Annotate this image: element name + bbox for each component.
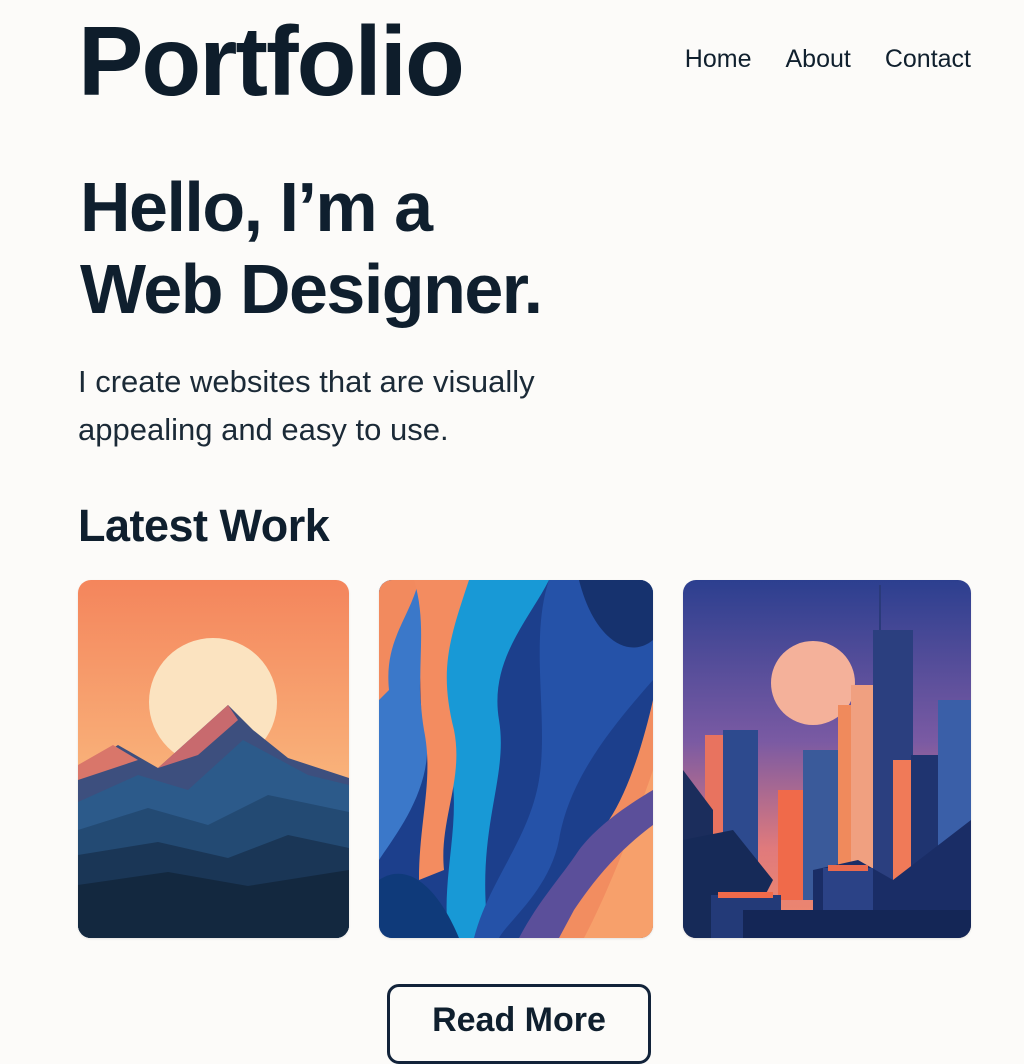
mountain-sunset-image	[78, 580, 349, 938]
main-nav: Home About Contact	[685, 42, 971, 76]
city-skyline-image	[683, 580, 971, 938]
site-logo[interactable]: Portfolio	[78, 6, 465, 116]
work-card-waves[interactable]	[379, 580, 653, 938]
hero-heading: Hello, I’m a Web Designer.	[80, 166, 543, 330]
nav-contact-link[interactable]: Contact	[885, 42, 971, 76]
hero-subtitle-line1: I create websites that are visually	[78, 364, 535, 399]
hero-subtitle-line2: appealing and easy to use.	[78, 412, 449, 447]
hero-heading-line1: Hello, I’m a	[80, 168, 433, 246]
nav-home-link[interactable]: Home	[685, 42, 752, 76]
work-card-mountains[interactable]	[78, 580, 349, 938]
hero-heading-line2: Web Designer.	[80, 250, 543, 328]
latest-work-heading: Latest Work	[78, 500, 330, 551]
read-more-button[interactable]: Read More	[387, 984, 651, 1064]
abstract-waves-image	[379, 580, 653, 938]
work-card-city[interactable]	[683, 580, 971, 938]
hero-subtitle: I create websites that are visually appe…	[78, 358, 638, 454]
nav-about-link[interactable]: About	[785, 42, 850, 76]
